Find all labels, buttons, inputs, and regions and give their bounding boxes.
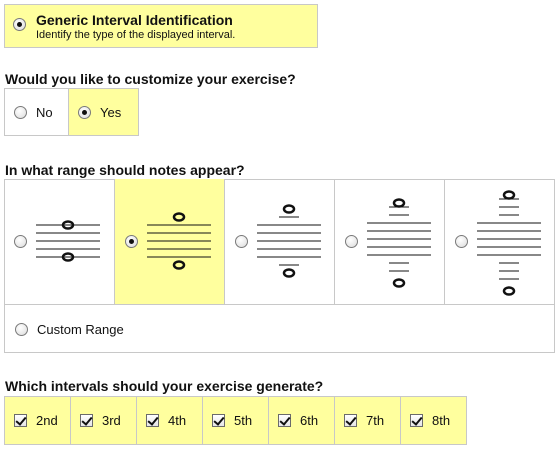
exercise-type-option[interactable]: Generic Interval Identification Identify… — [4, 4, 318, 48]
range-radio-2[interactable] — [125, 235, 138, 248]
customize-question: Would you like to customize your exercis… — [5, 71, 296, 87]
customize-no-label: No — [36, 105, 53, 120]
interval-option-5th[interactable]: 5th — [202, 396, 269, 445]
interval-option-8th[interactable]: 8th — [400, 396, 467, 445]
range-option-5[interactable] — [444, 179, 555, 305]
interval-checkbox-4th[interactable] — [146, 414, 159, 427]
interval-label: 4th — [168, 413, 187, 428]
exercise-title: Generic Interval Identification — [36, 12, 233, 28]
interval-option-3rd[interactable]: 3rd — [70, 396, 137, 445]
range-radio-1[interactable] — [14, 235, 27, 248]
range-radio-3[interactable] — [235, 235, 248, 248]
staff-range-1-icon — [36, 220, 100, 262]
staff-range-2-icon — [147, 212, 211, 270]
interval-checkbox-7th[interactable] — [344, 414, 357, 427]
interval-label: 5th — [234, 413, 253, 428]
interval-checkbox-8th[interactable] — [410, 414, 423, 427]
interval-option-4th[interactable]: 4th — [136, 396, 203, 445]
exercise-type-radio[interactable] — [13, 18, 26, 31]
range-option-1[interactable] — [4, 179, 115, 305]
interval-label: 3rd — [102, 413, 121, 428]
interval-checkbox-6th[interactable] — [278, 414, 291, 427]
range-option-3[interactable] — [224, 179, 335, 305]
interval-checkbox-2nd[interactable] — [14, 414, 27, 427]
interval-label: 8th — [432, 413, 451, 428]
intervals-question: Which intervals should your exercise gen… — [5, 378, 324, 394]
range-radio-4[interactable] — [345, 235, 358, 248]
exercise-subtitle: Identify the type of the displayed inter… — [36, 29, 236, 41]
interval-option-7th[interactable]: 7th — [334, 396, 401, 445]
interval-option-2nd[interactable]: 2nd — [4, 396, 71, 445]
range-option-2[interactable] — [114, 179, 225, 305]
range-option-4[interactable] — [334, 179, 445, 305]
range-question: In what range should notes appear? — [5, 162, 245, 178]
interval-checkbox-3rd[interactable] — [80, 414, 93, 427]
staff-range-4-icon — [367, 198, 431, 288]
custom-range-label: Custom Range — [37, 322, 124, 337]
customize-yes-option[interactable]: Yes — [68, 88, 139, 136]
custom-range-radio[interactable] — [15, 323, 28, 336]
customize-yes-label: Yes — [100, 105, 122, 120]
staff-range-5-icon — [477, 190, 541, 296]
interval-label: 7th — [366, 413, 385, 428]
staff-range-3-icon — [257, 204, 321, 278]
interval-label: 2nd — [36, 413, 58, 428]
custom-range-option[interactable]: Custom Range — [4, 304, 555, 353]
customize-no-option[interactable]: No — [4, 88, 69, 136]
interval-option-6th[interactable]: 6th — [268, 396, 335, 445]
range-radio-5[interactable] — [455, 235, 468, 248]
interval-label: 6th — [300, 413, 319, 428]
customize-yes-radio[interactable] — [78, 106, 91, 119]
customize-no-radio[interactable] — [14, 106, 27, 119]
interval-checkbox-5th[interactable] — [212, 414, 225, 427]
